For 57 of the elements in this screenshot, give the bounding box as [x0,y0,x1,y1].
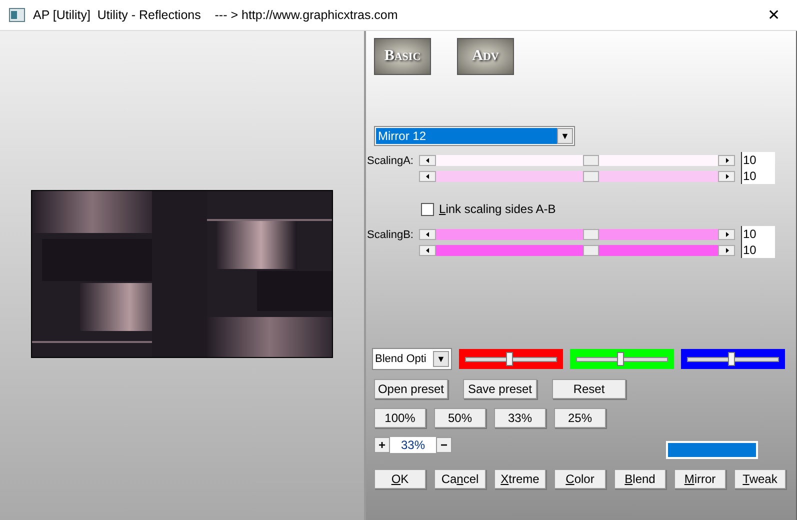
preset-button[interactable]: Open preset [374,379,448,399]
slider-thumb[interactable] [583,228,600,240]
zoom-button[interactable]: 33% [494,408,546,428]
zoom-button[interactable]: 50% [434,408,486,428]
color-slider[interactable] [681,349,785,369]
color-slider[interactable] [570,349,674,369]
action-button[interactable]: Mirror [674,469,726,489]
window-title: AP [Utility] Utility - Reflections --- > http://www.graphicxtras.com [33,8,398,22]
action-button[interactable]: Cancel [434,469,486,489]
checkbox[interactable] [421,202,434,216]
zoom-button[interactable]: 100% [374,408,426,428]
value-field[interactable]: 10 [741,226,775,242]
scaling-label: ScalingA: [367,154,414,169]
preset-dropdown[interactable]: Mirror 12 ▼ [374,126,575,146]
checkbox-label: Link scaling sides A-B [439,202,556,216]
scroll-right-button[interactable] [718,154,735,166]
scroll-right-button[interactable] [718,228,735,240]
right-arrow-icon [724,232,728,236]
preset-button[interactable]: Save preset [463,379,537,399]
value-field[interactable]: 10 [741,152,775,168]
left-arrow-icon [426,174,430,178]
app-icon [9,8,25,22]
scroll-left-button[interactable] [419,244,436,256]
scroll-left-button[interactable] [419,154,436,166]
left-arrow-icon [426,248,430,252]
slider-thumb[interactable] [728,352,735,366]
action-button[interactable]: Color [554,469,606,489]
slider-thumb[interactable] [506,352,513,366]
right-arrow-icon [724,248,728,252]
value-field[interactable]: 10 [741,168,775,184]
slider-thumb[interactable] [583,154,600,166]
color-slider[interactable] [459,349,563,369]
zoom-button[interactable]: 25% [554,408,606,428]
blend-dropdown[interactable]: Blend Opti ▼ [372,348,452,370]
slider-thumb[interactable] [583,244,600,256]
right-arrow-icon [724,174,728,178]
scroll-right-button[interactable] [718,170,735,182]
zoom-field[interactable]: 33% [390,437,436,453]
slider-thumb[interactable] [617,352,624,366]
scroll-left-button[interactable] [419,228,436,240]
scroll-left-button[interactable] [419,170,436,182]
zoom-out-button[interactable]: − [436,437,452,453]
preset-button[interactable]: Reset [552,379,626,399]
action-button[interactable]: Blend [614,469,666,489]
color-swatch[interactable] [666,441,758,459]
zoom-in-button[interactable]: + [374,437,390,453]
action-button[interactable]: Tweak [734,469,786,489]
close-button[interactable]: ✕ [751,0,797,30]
left-arrow-icon [426,158,430,162]
action-button[interactable]: Xtreme [494,469,546,489]
value-field[interactable]: 10 [741,242,775,258]
scroll-right-button[interactable] [718,244,735,256]
right-arrow-icon [724,158,728,162]
scaling-label: ScalingB: [367,228,414,243]
left-arrow-icon [426,232,430,236]
slider-thumb[interactable] [583,170,600,182]
action-button[interactable]: OK [374,469,426,489]
